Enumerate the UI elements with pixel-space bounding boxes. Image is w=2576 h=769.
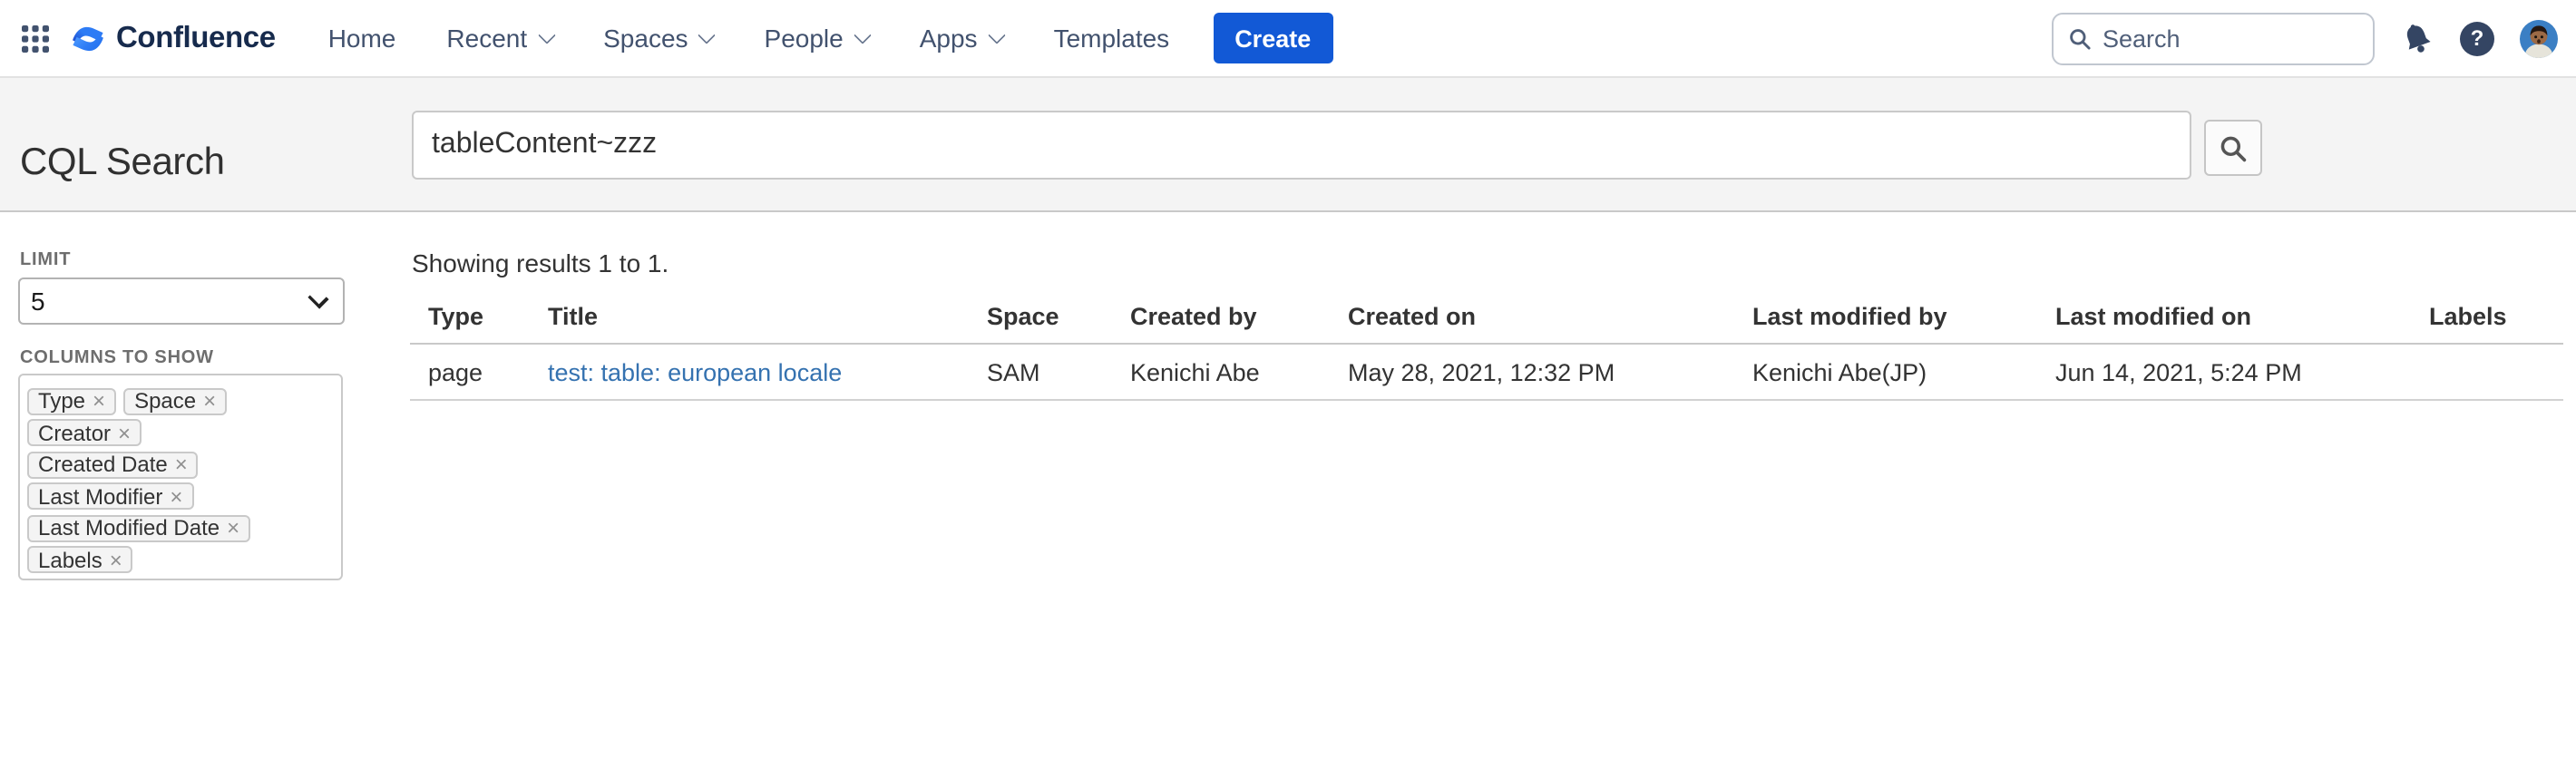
remove-chip-icon[interactable]: × xyxy=(110,550,122,571)
nav-item-people[interactable]: People xyxy=(765,24,869,53)
cell-title: test: table: european locale xyxy=(530,344,969,400)
global-search-box[interactable] xyxy=(2052,12,2375,64)
chip-row: Last Modified Date × xyxy=(27,512,334,540)
confluence-logo-icon xyxy=(69,21,107,55)
column-chip-last-modified-date: Last Modified Date × xyxy=(27,515,250,542)
chevron-down-icon xyxy=(537,26,555,44)
confluence-wordmark: Confluence xyxy=(116,21,276,55)
cell-created-on: May 28, 2021, 12:32 PM xyxy=(1330,344,1734,400)
chevron-down-icon xyxy=(698,26,717,44)
chip-label: Last Modified Date xyxy=(38,516,220,541)
cql-search-button[interactable] xyxy=(2204,120,2262,176)
top-navigation-bar: Confluence Home Recent Spaces People Apps Tem… xyxy=(0,0,2576,78)
chevron-down-icon xyxy=(854,26,872,44)
avatar xyxy=(2520,19,2558,57)
results-summary: Showing results 1 to 1. xyxy=(412,248,668,277)
column-chip-type: Type × xyxy=(27,387,116,414)
chip-row: Labels × xyxy=(27,544,334,571)
app-switcher-icon[interactable] xyxy=(22,24,49,52)
nav-item-spaces[interactable]: Spaces xyxy=(603,24,713,53)
chip-row: Created Date × xyxy=(27,448,334,475)
nav-item-label: Templates xyxy=(1054,24,1170,53)
chip-row: Type × Space × xyxy=(27,384,334,412)
chip-row: Creator × xyxy=(27,416,334,443)
column-header-last-modified-by: Last modified by xyxy=(1734,290,2037,344)
nav-item-home[interactable]: Home xyxy=(328,24,396,53)
chip-label: Created Date xyxy=(38,452,168,477)
column-header-labels: Labels xyxy=(2411,290,2563,344)
chip-row: Last Modifier × xyxy=(27,481,334,508)
column-header-type: Type xyxy=(410,290,530,344)
cql-search-header: CQL Search xyxy=(0,78,2576,212)
remove-chip-icon[interactable]: × xyxy=(170,486,182,508)
chevron-down-icon xyxy=(988,26,1006,44)
cell-space: SAM xyxy=(969,344,1112,400)
remove-chip-icon[interactable]: × xyxy=(118,422,131,443)
chip-label: Space xyxy=(134,388,196,414)
column-header-last-modified-on: Last modified on xyxy=(2037,290,2411,344)
column-header-created-by: Created by xyxy=(1112,290,1330,344)
limit-select-wrap: 5 xyxy=(18,277,345,325)
search-icon xyxy=(2219,133,2248,162)
result-title-link[interactable]: test: table: european locale xyxy=(548,358,842,385)
cell-type: page xyxy=(410,344,530,400)
search-icon xyxy=(2068,26,2092,50)
page-title: CQL Search xyxy=(20,141,225,185)
remove-chip-icon[interactable]: × xyxy=(203,390,216,412)
cell-created-by: Kenichi Abe xyxy=(1112,344,1330,400)
nav-item-label: Recent xyxy=(446,24,527,53)
nav-item-label: Spaces xyxy=(603,24,688,53)
nav-item-apps[interactable]: Apps xyxy=(920,24,1003,53)
column-header-space: Space xyxy=(969,290,1112,344)
columns-chip-container: Type×Space×Creator×Created Date×Last Mod… xyxy=(18,374,343,580)
cql-query-input[interactable] xyxy=(412,111,2191,180)
column-chip-creator: Creator × xyxy=(27,419,141,446)
chip-label: Creator xyxy=(38,420,111,445)
nav-item-templates[interactable]: Templates xyxy=(1054,24,1170,53)
column-header-title: Title xyxy=(530,290,969,344)
cell-last-modified-by: Kenichi Abe(JP) xyxy=(1734,344,2037,400)
limit-label: LIMIT xyxy=(20,250,71,270)
limit-select[interactable]: 5 xyxy=(18,277,345,325)
create-button[interactable]: Create xyxy=(1213,13,1332,63)
results-section: LIMIT 5 COLUMNS TO SHOW Type×Space×Creat… xyxy=(0,212,2576,769)
columns-to-show-label: COLUMNS TO SHOW xyxy=(20,348,214,368)
confluence-app: Confluence Home Recent Spaces People Apps Tem… xyxy=(0,0,2576,769)
chip-label: Labels xyxy=(38,548,102,573)
chip-label: Type xyxy=(38,388,85,414)
help-button[interactable]: ? xyxy=(2460,21,2494,55)
global-search-input[interactable] xyxy=(2103,24,2358,52)
cell-last-modified-on: Jun 14, 2021, 5:24 PM xyxy=(2037,344,2411,400)
confluence-logo[interactable]: Confluence xyxy=(69,21,276,55)
table-row: pagetest: table: european localeSAMKenic… xyxy=(410,344,2563,400)
nav-item-recent[interactable]: Recent xyxy=(446,24,552,53)
nav-item-label: Home xyxy=(328,24,396,53)
results-table: TypeTitleSpaceCreated byCreated onLast m… xyxy=(410,290,2563,401)
column-chip-labels: Labels × xyxy=(27,547,133,574)
question-mark-icon: ? xyxy=(2460,21,2494,55)
column-chip-created-date: Created Date × xyxy=(27,451,199,478)
primary-nav-links: Home Recent Spaces People Apps Templates xyxy=(328,24,1221,53)
table-header-row: TypeTitleSpaceCreated byCreated onLast m… xyxy=(410,290,2563,344)
bell-icon xyxy=(2400,21,2435,55)
remove-chip-icon[interactable]: × xyxy=(227,518,239,540)
chip-label: Last Modifier xyxy=(38,484,162,510)
column-chip-last-modifier: Last Modifier × xyxy=(27,483,193,511)
remove-chip-icon[interactable]: × xyxy=(93,390,105,412)
remove-chip-icon[interactable]: × xyxy=(175,453,188,475)
cell-labels xyxy=(2411,344,2563,400)
column-header-created-on: Created on xyxy=(1330,290,1734,344)
profile-button[interactable] xyxy=(2520,19,2558,57)
column-chip-space: Space × xyxy=(123,387,227,414)
nav-item-label: People xyxy=(765,24,844,53)
notifications-button[interactable] xyxy=(2400,21,2435,55)
nav-item-label: Apps xyxy=(920,24,978,53)
